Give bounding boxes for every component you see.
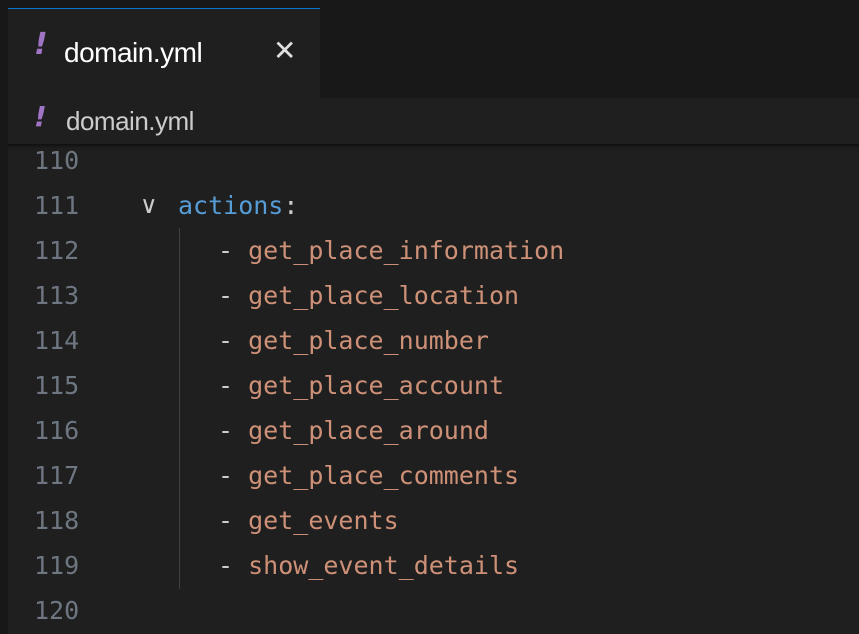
yaml-list-item: - get_place_number [218,318,489,363]
action-name: get_place_information [248,236,565,265]
code-line[interactable]: 118 - get_events [8,498,859,543]
code-line[interactable]: 115 - get_place_account [8,363,859,408]
list-dash: - [218,236,234,265]
action-name: get_place_account [248,371,504,400]
yaml-list-item: - get_place_comments [218,453,519,498]
yaml-list-item: - get_events [218,498,399,543]
line-number: 117 [34,461,80,490]
list-dash: - [218,551,234,580]
list-dash: - [218,326,234,355]
yaml-list-item: - get_place_around [218,408,489,453]
code-line[interactable]: 116 - get_place_around [8,408,859,453]
list-dash: - [218,416,234,445]
line-number: 114 [34,326,80,355]
line-number: 119 [34,551,80,580]
yaml-list-item: - get_place_information [218,228,564,273]
line-number: 118 [34,506,80,535]
code-line[interactable]: 111 ∨ actions: [8,183,859,228]
yaml-key-line: actions: [178,183,298,228]
list-dash: - [218,461,234,490]
tab-domain-yml[interactable]: ! domain.yml ✕ [8,8,320,98]
code-line[interactable]: 110 [8,138,859,183]
window-top-edge [0,0,859,8]
list-dash: - [218,371,234,400]
tab-label: domain.yml [64,37,203,68]
line-number: 113 [34,281,80,310]
line-number: 120 [34,596,80,625]
close-icon[interactable]: ✕ [273,35,296,67]
code-line[interactable]: 114 - get_place_number [8,318,859,363]
fold-chevron-icon[interactable]: ∨ [140,183,170,228]
yaml-file-icon: ! [34,27,48,62]
list-dash: - [218,506,234,535]
breadcrumb-file-label[interactable]: domain.yml [66,106,194,137]
line-number: 115 [34,371,80,400]
code-line[interactable]: 120 [8,588,859,633]
code-editor[interactable]: 110 111 ∨ actions: 112- get_place_informatio… [8,144,859,634]
list-dash: - [218,281,234,310]
action-name: get_place_number [248,326,489,355]
line-number: 116 [34,416,80,445]
yaml-list-item: - show_event_details [218,543,519,588]
code-line[interactable]: 112 - get_place_information [8,228,859,273]
yaml-key: actions [178,191,284,220]
yaml-colon: : [283,191,299,220]
code-line[interactable]: 117 - get_place_comments [8,453,859,498]
yaml-list-item: - get_place_account [218,363,504,408]
yaml-file-icon: ! [34,100,47,133]
action-name: get_events [248,506,399,535]
action-name: get_place_around [248,416,489,445]
code-line[interactable]: 113 - get_place_location [8,273,859,318]
action-name: show_event_details [248,551,520,580]
line-number: 112 [34,236,80,265]
window-edge [0,0,8,634]
editor-window: ! domain.yml ✕ ! domain.yml 110 111 ∨ actio… [0,0,859,634]
action-name: get_place_comments [248,461,520,490]
line-number: 111 [34,191,80,220]
line-number: 110 [34,146,80,175]
action-name: get_place_location [248,281,520,310]
code-line[interactable]: 119 - show_event_details [8,543,859,588]
yaml-list-item: - get_place_location [218,273,519,318]
